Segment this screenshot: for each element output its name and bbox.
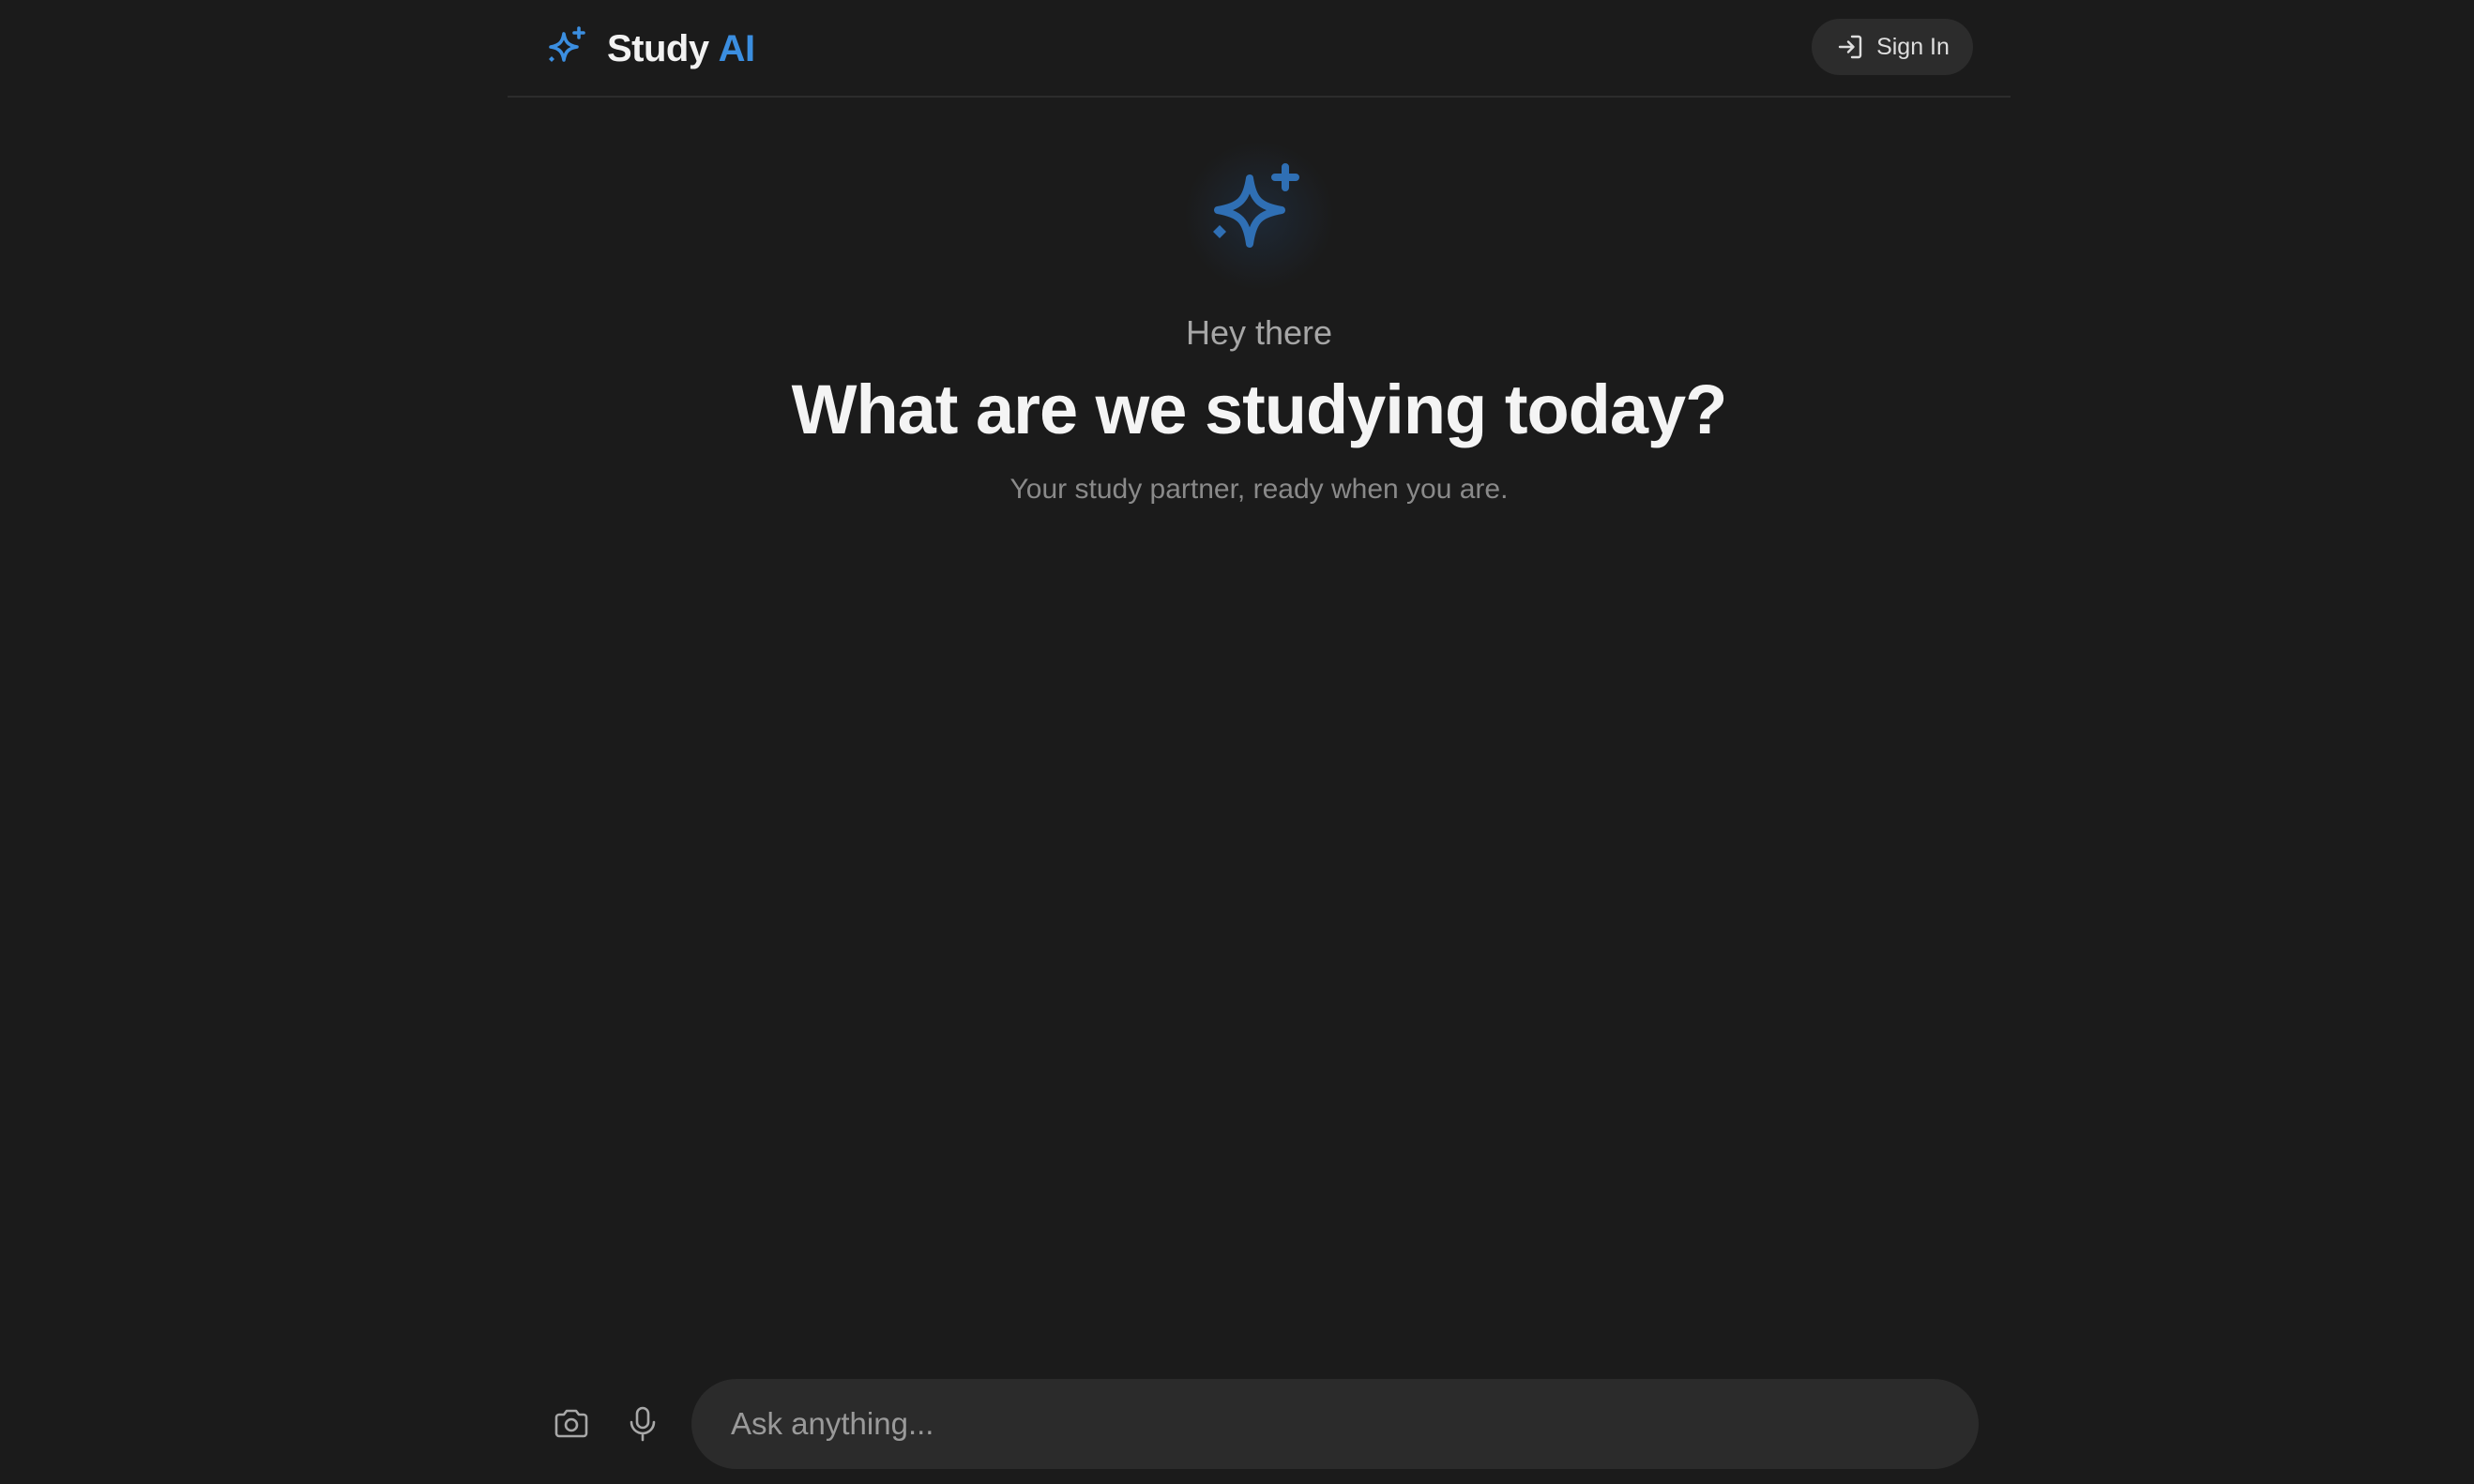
app-root: Study AI Sign In Hey there What are we s…	[508, 0, 2011, 1484]
sign-in-label: Sign In	[1876, 33, 1950, 60]
message-composer	[508, 1379, 2011, 1469]
microphone-icon	[630, 1406, 656, 1442]
sign-in-button[interactable]: Sign In	[1812, 19, 1973, 75]
sparkle-icon	[549, 26, 585, 62]
subtitle-text: Your study partner, ready when you are.	[1009, 474, 1509, 505]
welcome-hero: Hey there What are we studying today? Yo…	[508, 141, 2011, 506]
ask-input[interactable]	[691, 1379, 1979, 1469]
camera-icon	[554, 1409, 588, 1438]
microphone-button[interactable]	[620, 1401, 665, 1446]
camera-button[interactable]	[549, 1401, 594, 1446]
top-bar: Study AI Sign In	[508, 0, 2011, 98]
brand-logo[interactable]: Study AI	[543, 21, 755, 77]
brand-name: Study AI	[607, 28, 755, 70]
brand-name-accent: AI	[718, 27, 756, 69]
sparkle-icon	[1213, 163, 1299, 248]
hero-icon-container	[1184, 141, 1334, 291]
greeting-text: Hey there	[1185, 313, 1333, 352]
brand-name-text: Study	[607, 27, 709, 69]
page-title: What are we studying today?	[791, 371, 1728, 448]
sign-in-icon	[1838, 35, 1862, 59]
